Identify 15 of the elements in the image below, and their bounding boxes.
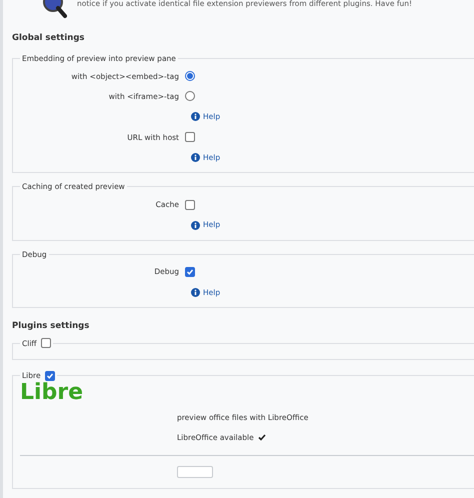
info-icon bbox=[191, 220, 200, 230]
checkbox[interactable] bbox=[185, 266, 195, 277]
section-heading: Global settings bbox=[12, 32, 84, 45]
checkbox[interactable] bbox=[40, 338, 51, 348]
info-icon bbox=[191, 153, 200, 162]
radio-button[interactable] bbox=[185, 91, 195, 102]
checkbox[interactable] bbox=[44, 370, 55, 381]
info-icon bbox=[191, 288, 200, 297]
section-heading: Plugins settings bbox=[12, 320, 90, 334]
checkbox[interactable] bbox=[185, 200, 195, 210]
info-icon bbox=[191, 112, 200, 122]
radio-button[interactable] bbox=[185, 71, 195, 82]
checkbox[interactable] bbox=[185, 132, 195, 142]
logo-text: Libre bbox=[20, 381, 84, 406]
checkmark-icon bbox=[258, 434, 266, 441]
